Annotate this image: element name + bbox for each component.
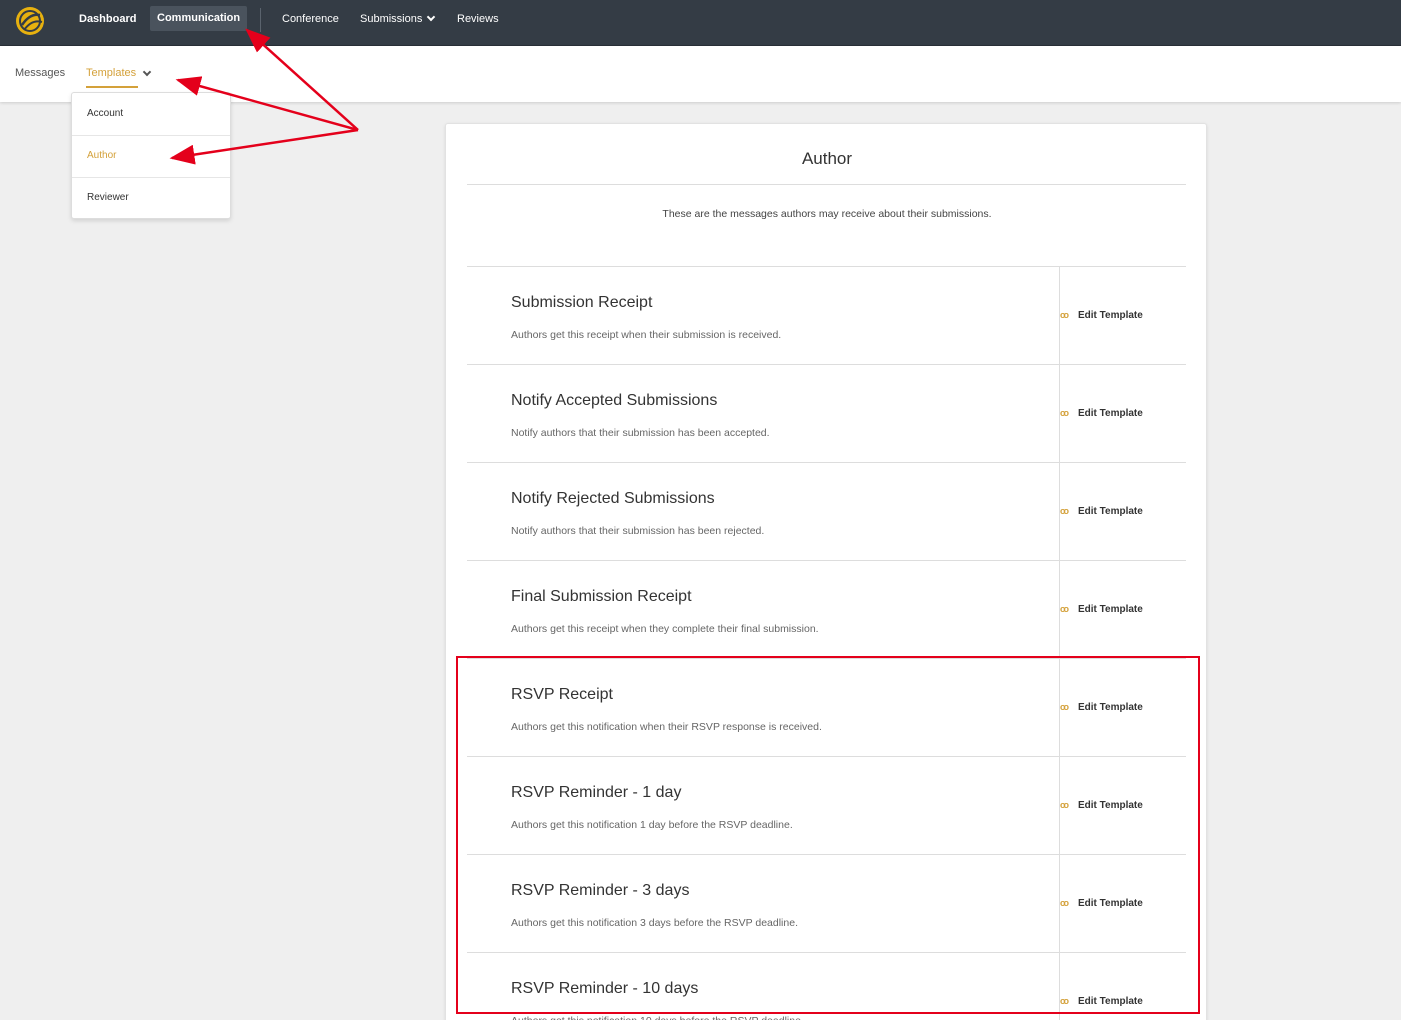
annotation-arrow [169,128,359,165]
annotation-arrows [169,28,359,165]
